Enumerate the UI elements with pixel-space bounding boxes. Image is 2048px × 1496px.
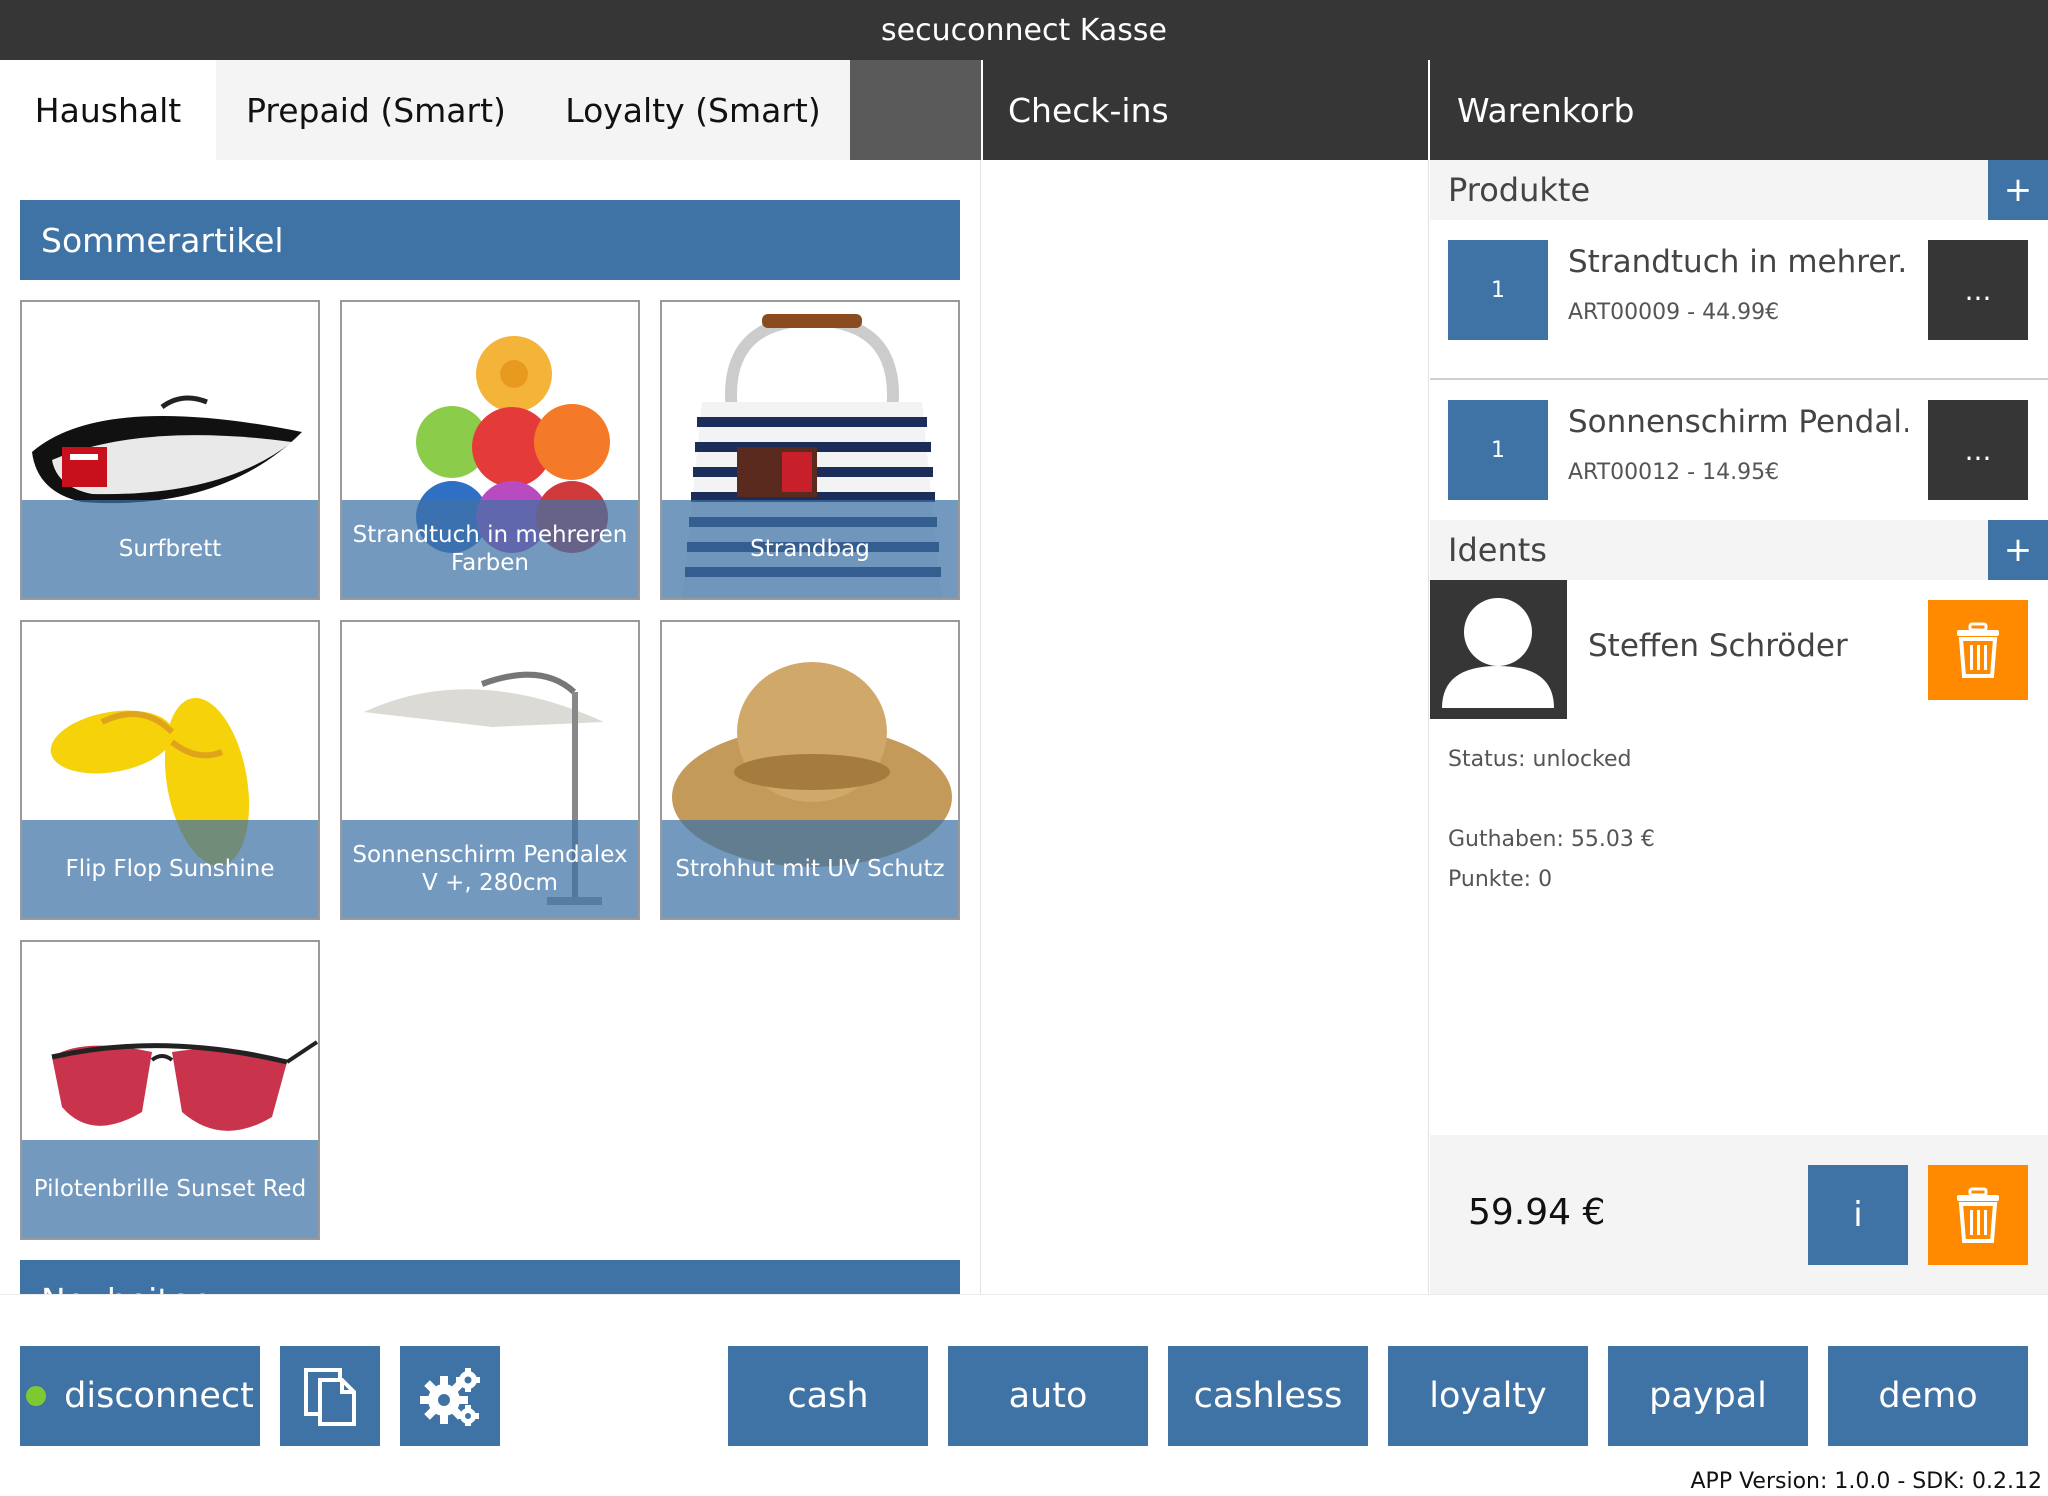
bottom-toolbar: disconnect cash auto cashless loyalty pa… [0, 1294, 2048, 1496]
tab-loyalty-smart[interactable]: Loyalty (Smart) [536, 60, 850, 160]
user-icon [1442, 598, 1554, 708]
app-title-bar: secuconnect Kasse [0, 0, 2048, 60]
disconnect-button[interactable]: disconnect [20, 1346, 260, 1446]
product-tile-strandbag[interactable]: Strandbag [660, 300, 960, 600]
ident-status: Status: unlocked [1448, 747, 1632, 772]
product-label: Strohhut mit UV Schutz [662, 820, 958, 918]
pay-cashless-button[interactable]: cashless [1168, 1346, 1368, 1446]
cart-title: Warenkorb [1457, 90, 1635, 130]
product-label: Surfbrett [22, 500, 318, 598]
item-options-button[interactable]: ... [1928, 400, 2028, 500]
quantity-button[interactable]: 1 [1448, 240, 1548, 340]
cart-total: 59.94 € [1468, 1192, 1606, 1233]
product-label: Pilotenbrille Sunset Red [22, 1140, 318, 1238]
ident-points: Punkte: 0 [1448, 867, 1553, 892]
cart-item-name: Sonnenschirm Pendal... [1568, 404, 1908, 440]
ident-balance: Guthaben: 55.03 € [1448, 827, 1655, 852]
trash-icon [1957, 1187, 1999, 1243]
pay-paypal-button[interactable]: paypal [1608, 1346, 1808, 1446]
documents-icon [304, 1368, 356, 1426]
cart-idents-header: Idents + [1430, 520, 2048, 580]
cart-item: 1 Sonnenschirm Pendal... ART00012 - 14.9… [1430, 380, 2048, 540]
product-label: Sonnenschirm Pendalex V +, 280cm [342, 820, 638, 918]
cart-item-article-price: ART00012 - 14.95€ [1568, 460, 1780, 485]
product-label: Strandbag [662, 500, 958, 598]
cart-total-bar: 59.94 € i [1430, 1135, 2048, 1294]
cart-item-name: Strandtuch in mehrer... [1568, 244, 1908, 280]
tab-prepaid-smart[interactable]: Prepaid (Smart) [216, 60, 536, 160]
product-label: Strandtuch in mehreren Farben [342, 500, 638, 598]
disconnect-label: disconnect [64, 1376, 254, 1416]
product-tile-sonnenschirm[interactable]: Sonnenschirm Pendalex V +, 280cm [340, 620, 640, 920]
app-version: APP Version: 1.0.0 - SDK: 0.2.12 [1690, 1469, 2043, 1494]
column-divider [980, 160, 981, 1294]
quantity-button[interactable]: 1 [1448, 400, 1548, 500]
item-options-button[interactable]: ... [1928, 240, 2028, 340]
pay-demo-button[interactable]: demo [1828, 1346, 2028, 1446]
cart-item-article-price: ART00009 - 44.99€ [1568, 300, 1780, 325]
avatar [1430, 580, 1567, 719]
documents-button[interactable] [280, 1346, 380, 1446]
cart-info-button[interactable]: i [1808, 1165, 1908, 1265]
cart-products-header: Produkte + [1430, 160, 2048, 220]
tab-bar-filler [850, 60, 981, 160]
add-ident-button[interactable]: + [1988, 520, 2048, 580]
category-title: Sommerartikel [41, 220, 284, 260]
checkins-header: Check-ins [981, 60, 1428, 160]
trash-icon [1957, 622, 1999, 678]
category-title: Neuheiten [41, 1281, 211, 1295]
cart-item: 1 Strandtuch in mehrer... ART00009 - 44.… [1430, 220, 2048, 380]
product-tile-surfbrett[interactable]: Surfbrett [20, 300, 320, 600]
product-tile-flip-flop[interactable]: Flip Flop Sunshine [20, 620, 320, 920]
product-label: Flip Flop Sunshine [22, 820, 318, 918]
gear-icon [420, 1368, 480, 1426]
ident-entry: Steffen Schröder [1430, 580, 2048, 720]
product-catalog[interactable]: Sommerartikel Surfbrett Strandtuch in me… [0, 160, 980, 1294]
checkins-title: Check-ins [1008, 90, 1169, 130]
category-header-neuheiten[interactable]: Neuheiten [20, 1260, 960, 1294]
add-product-button[interactable]: + [1988, 160, 2048, 220]
pay-loyalty-button[interactable]: loyalty [1388, 1346, 1588, 1446]
settings-button[interactable] [400, 1346, 500, 1446]
pay-cash-button[interactable]: cash [728, 1346, 928, 1446]
clear-cart-button[interactable] [1928, 1165, 2028, 1265]
column-divider [1428, 160, 1429, 1294]
app-title: secuconnect Kasse [881, 12, 1167, 48]
category-tabs: Haushalt Prepaid (Smart) Loyalty (Smart) [0, 60, 981, 160]
idents-section-title: Idents [1448, 531, 1547, 569]
connection-status-icon [26, 1386, 47, 1406]
category-header-sommerartikel[interactable]: Sommerartikel [20, 200, 960, 280]
ident-name: Steffen Schröder [1588, 628, 1848, 664]
product-tile-strohhut[interactable]: Strohhut mit UV Schutz [660, 620, 960, 920]
cart-header: Warenkorb [1428, 60, 2048, 160]
product-tile-pilotenbrille[interactable]: Pilotenbrille Sunset Red [20, 940, 320, 1240]
pay-auto-button[interactable]: auto [948, 1346, 1148, 1446]
remove-ident-button[interactable] [1928, 600, 2028, 700]
tab-haushalt[interactable]: Haushalt [0, 60, 216, 160]
products-section-title: Produkte [1448, 171, 1591, 209]
product-tile-strandtuch[interactable]: Strandtuch in mehreren Farben [340, 300, 640, 600]
